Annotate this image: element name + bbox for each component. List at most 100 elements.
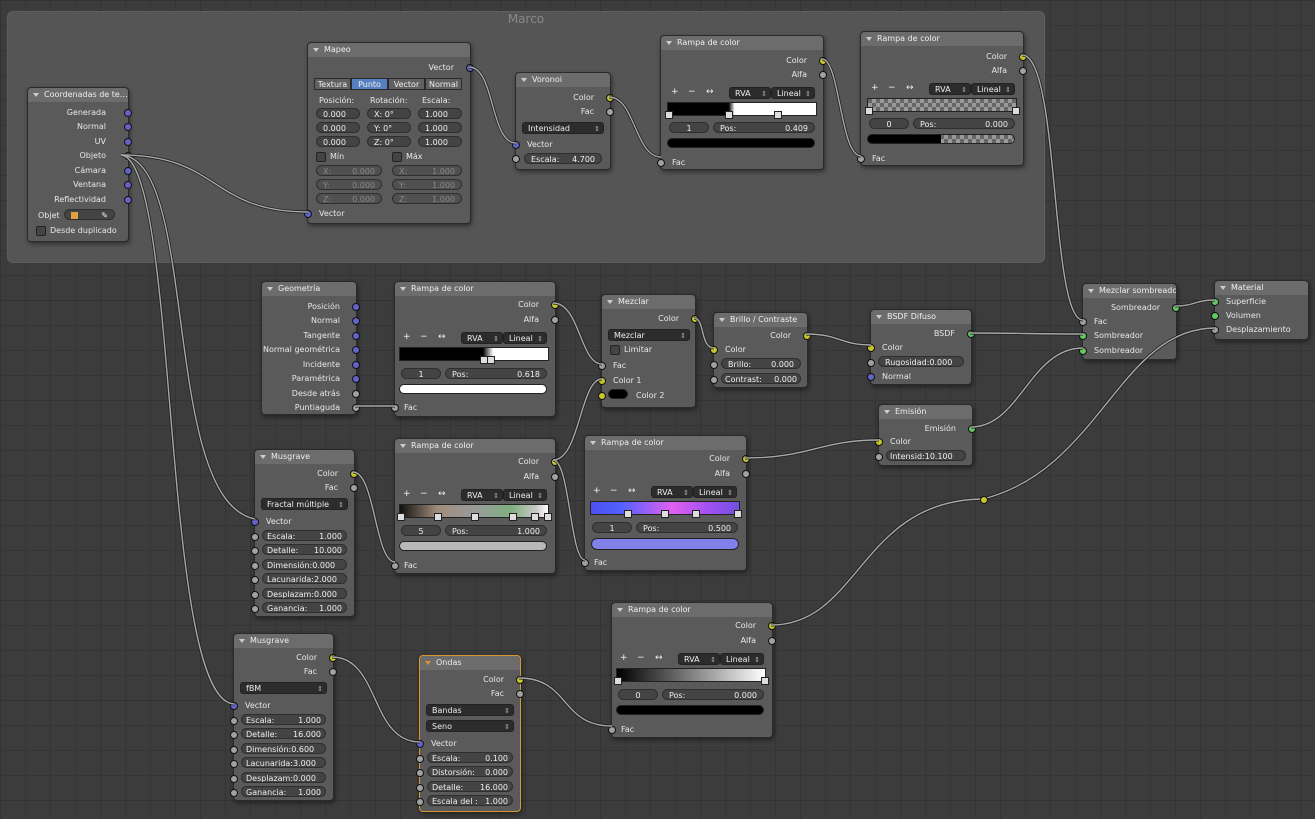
color-mode-select[interactable]: RVA [729,87,771,99]
ramp-stop[interactable] [774,111,782,119]
lacunarity-field[interactable]: Lacunarida:2.000 [262,573,347,584]
node-header[interactable]: Coordenadas de te… [28,88,128,102]
socket-camera[interactable] [124,167,132,175]
socket-in-fac[interactable] [857,155,865,163]
socket-tangent[interactable] [352,332,360,340]
remove-stop-icon[interactable]: − [688,87,696,97]
color2-swatch[interactable] [608,389,628,399]
reroute-point[interactable] [980,496,988,504]
stop-position[interactable]: Pos: 1.000 [445,525,547,536]
node-header[interactable]: Rampa de color [661,36,823,50]
min-z[interactable]: Z: 0.000 [316,193,382,204]
socket-true-normal[interactable] [352,346,360,354]
object-field[interactable]: ✎ [64,209,115,220]
socket-in-gain[interactable] [230,789,238,797]
detail-field[interactable]: Detalle: 16.000 [427,781,513,792]
lacunarity-field[interactable]: Lacunarida:3.000 [241,757,326,768]
rot-z[interactable]: Z: 0° [367,136,411,147]
socket-in-surface[interactable] [1211,298,1219,306]
node-color-ramp-5[interactable]: Rampa de color Color Alfa + − ↔ RVA Line… [581,435,750,571]
contrast-field[interactable]: Contrast: 0.000 [721,373,801,384]
socket-in-roughness[interactable] [867,359,875,367]
distortion-field[interactable]: Distorsión: 0.000 [427,766,513,777]
stop-index[interactable]: 0 [618,689,658,700]
socket-out-color[interactable] [329,654,337,662]
stop-index[interactable]: 1 [669,122,709,133]
min-y[interactable]: Y: 0.000 [316,179,382,190]
node-mapping[interactable]: Mapeo Vector Textura Punto Vector Normal… [304,42,474,224]
dupli-checkbox[interactable] [36,226,46,236]
dimension-field[interactable]: Dimensión:0.600 [241,743,326,754]
socket-in-dimension[interactable] [251,562,259,570]
interpolation-select[interactable]: Lineal [693,486,737,498]
color-mode-select[interactable]: RVA [461,332,503,344]
ramp-stop[interactable] [509,513,517,521]
socket-parametric[interactable] [352,375,360,383]
tab-texture[interactable]: Textura [314,78,351,90]
socket-in-color2[interactable] [598,392,606,400]
socket-in-detail[interactable] [416,784,424,792]
add-stop-icon[interactable]: + [593,486,601,496]
detail-field[interactable]: Detalle: 10.000 [262,544,347,555]
socket-window[interactable] [124,181,132,189]
socket-in-gain[interactable] [251,605,259,613]
socket-in-fac[interactable] [608,726,616,734]
socket-out-alpha[interactable] [1019,67,1027,75]
color-mode-select[interactable]: RVA [929,83,971,95]
scale-field[interactable]: Escala: 1.000 [262,530,347,541]
socket-in-strength[interactable] [875,453,883,461]
socket-in-color1[interactable] [598,377,606,385]
pos-x[interactable]: 0.000 [316,108,360,119]
node-header[interactable]: Mapeo [308,43,470,57]
ramp-stop[interactable] [624,510,632,518]
node-musgrave-1[interactable]: Musgrave Color Fac Fractal múltiple Vect… [251,449,358,617]
max-z[interactable]: Z: 1.000 [392,193,462,204]
ramp-stop[interactable] [734,510,742,518]
color-ramp-bar[interactable] [667,102,817,116]
flip-ramp-icon[interactable]: ↔ [706,87,714,97]
socket-out-alpha[interactable] [742,470,750,478]
socket-in-color[interactable] [875,438,883,446]
add-stop-icon[interactable]: + [403,489,411,499]
socket-in-volume[interactable] [1211,312,1219,320]
node-color-ramp-4[interactable]: Rampa de color Color Alfa + − ↔ RVA Line… [391,438,559,574]
socket-backfacing[interactable] [352,390,360,398]
socket-in-shader1[interactable] [1079,332,1087,340]
socket-in-vector[interactable] [304,210,312,218]
detail-scale-field[interactable]: Escala del :1.000 [427,795,513,806]
add-stop-icon[interactable]: + [671,87,679,97]
socket-in-scale[interactable] [416,755,424,763]
socket-in-fac[interactable] [581,559,589,567]
socket-normal[interactable] [352,317,360,325]
gain-field[interactable]: Ganancia: 1.000 [262,602,347,613]
remove-stop-icon[interactable]: − [420,332,428,342]
ramp-stop[interactable] [1012,107,1020,115]
stop-position[interactable]: Pos: 0.000 [662,689,764,700]
socket-in-fac[interactable] [657,159,665,167]
node-header[interactable]: Material [1215,281,1308,295]
socket-uv[interactable] [124,138,132,146]
roughness-field[interactable]: Rugosidad:0.000 [878,356,964,367]
stop-color-swatch[interactable] [399,541,547,551]
socket-out-fac[interactable] [516,690,524,698]
stop-color-swatch[interactable] [399,384,547,394]
socket-in-shader2[interactable] [1079,347,1087,355]
node-wave-texture[interactable]: Ondas Color Fac Bandas Seno Vector Escal… [416,655,524,812]
detail-field[interactable]: Detalle: 16.000 [241,728,326,739]
stop-position[interactable]: Pos: 0.409 [713,122,815,133]
offset-field[interactable]: Desplazam:0.000 [262,588,347,599]
socket-in-fac[interactable] [391,404,399,412]
pos-y[interactable]: 0.000 [316,122,360,133]
remove-stop-icon[interactable]: − [637,653,645,663]
socket-in-normal[interactable] [867,373,875,381]
node-geometry[interactable]: Geometría Posición Normal Tangente Norma… [261,281,360,415]
node-header[interactable]: Rampa de color [585,436,746,450]
socket-out-shader[interactable] [1172,304,1180,312]
clamp-checkbox[interactable] [610,345,620,355]
node-header[interactable]: Ondas [420,656,520,670]
node-header[interactable]: Voronoi [516,73,610,87]
socket-in-offset[interactable] [251,591,259,599]
interpolation-select[interactable]: Lineal [503,332,547,344]
ramp-stop[interactable] [725,111,733,119]
ramp-stop[interactable] [661,510,669,518]
